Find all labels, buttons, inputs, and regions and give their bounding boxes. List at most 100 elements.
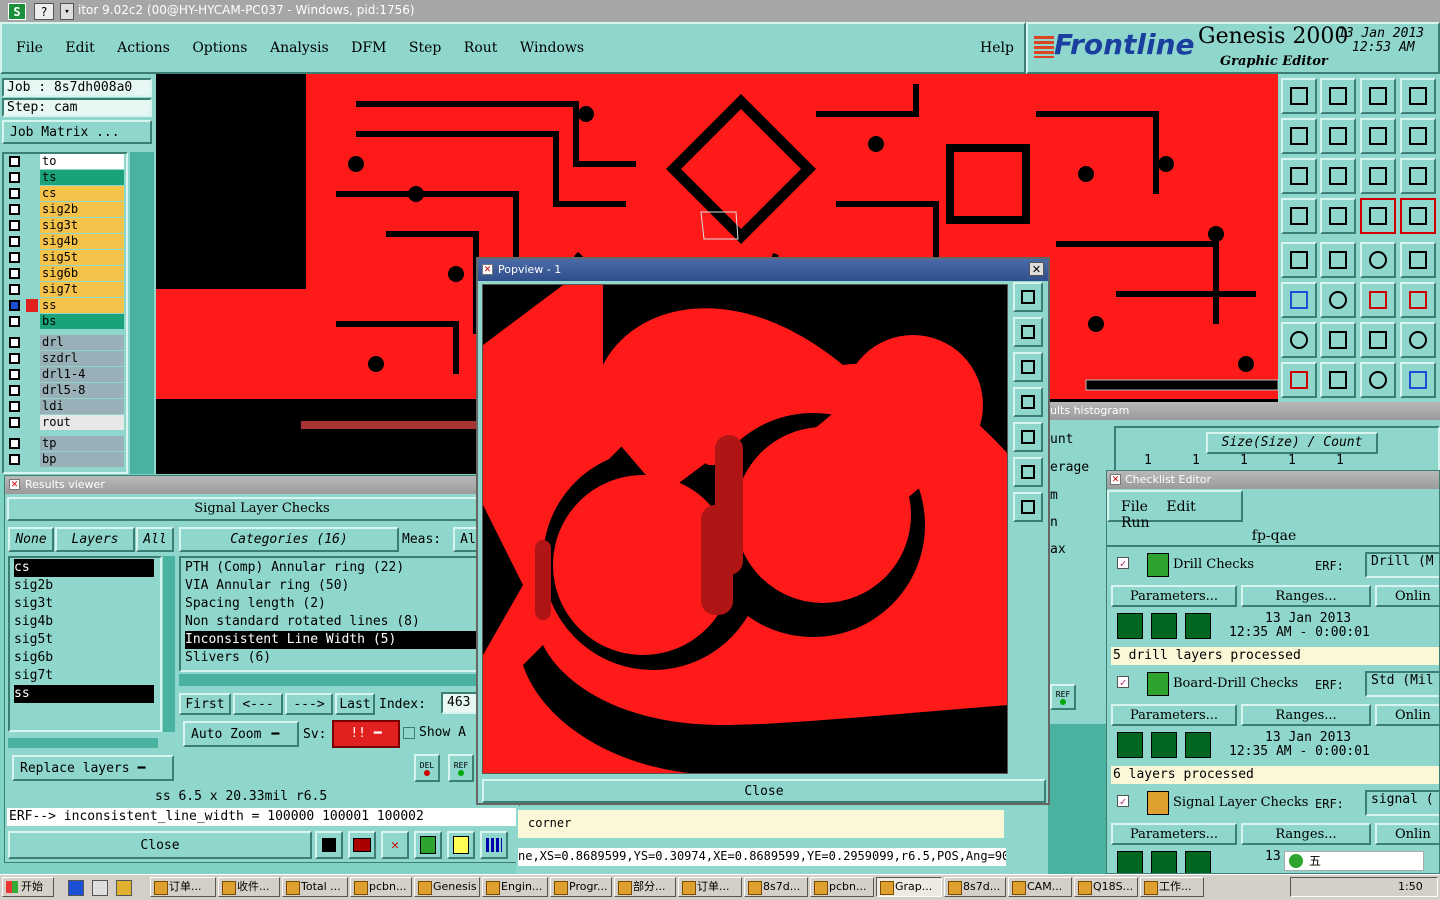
show-icon[interactable] bbox=[1185, 613, 1211, 639]
tool-icon-3[interactable]: ✕ bbox=[381, 831, 409, 859]
tool-icon-6[interactable] bbox=[480, 831, 508, 859]
layer-row-7[interactable]: sig6b bbox=[6, 266, 124, 281]
menu-help[interactable]: Help bbox=[980, 40, 1014, 56]
layer-name[interactable]: ldi bbox=[40, 399, 124, 414]
layer-name[interactable]: sig4b bbox=[40, 234, 124, 249]
layer-checkbox[interactable] bbox=[9, 401, 20, 412]
taskbar-item[interactable]: 8s7d... bbox=[744, 877, 808, 897]
sv-menu[interactable]: !! ━ bbox=[332, 720, 400, 748]
line-icon[interactable] bbox=[1320, 242, 1356, 278]
layer-name[interactable]: drl1-4 bbox=[40, 367, 124, 382]
results-icon[interactable] bbox=[1151, 613, 1177, 639]
layer-checkbox[interactable] bbox=[9, 188, 20, 199]
categories-button[interactable]: Categories (16) bbox=[179, 527, 399, 552]
job-matrix-button[interactable]: Job Matrix ... bbox=[2, 120, 152, 144]
help-icon[interactable]: ? bbox=[34, 3, 54, 20]
angle-icon[interactable] bbox=[1281, 322, 1317, 358]
menu-step[interactable]: Step bbox=[409, 40, 441, 56]
layer-name[interactable]: szdrl bbox=[40, 351, 124, 366]
cross-icon[interactable] bbox=[1320, 282, 1356, 318]
select-icon[interactable] bbox=[1400, 322, 1436, 358]
layer-name[interactable]: sig7t bbox=[40, 282, 124, 297]
layer-row-15[interactable]: ldi bbox=[6, 399, 124, 414]
results-close-button[interactable]: Close bbox=[8, 831, 312, 859]
category-item[interactable]: Non standard rotated lines (8) bbox=[185, 613, 483, 631]
result-layer-item[interactable]: sig7t bbox=[14, 667, 160, 685]
result-layer-vscroll[interactable] bbox=[163, 556, 175, 732]
result-layer-item[interactable]: sig2b bbox=[14, 577, 160, 595]
layer-row-2[interactable]: cs bbox=[6, 186, 124, 201]
show-icon[interactable] bbox=[1185, 732, 1211, 758]
next-button[interactable]: ---> bbox=[285, 693, 333, 715]
results-icon[interactable] bbox=[1151, 851, 1177, 873]
results-icon[interactable] bbox=[1151, 732, 1177, 758]
result-layer-item[interactable]: sig3t bbox=[14, 595, 160, 613]
layer-name[interactable]: sig6b bbox=[40, 266, 124, 281]
measure-icon[interactable] bbox=[1281, 198, 1317, 234]
online-button[interactable]: Onlin bbox=[1375, 704, 1439, 726]
category-hscroll[interactable] bbox=[179, 674, 485, 686]
results-viewer-titlebar[interactable]: ✕ Results viewer bbox=[5, 476, 519, 494]
fit-icon[interactable] bbox=[1281, 158, 1317, 194]
center-icon[interactable] bbox=[1013, 492, 1043, 522]
checklist-menu-edit[interactable]: Edit bbox=[1166, 499, 1195, 515]
online-button[interactable]: Onlin bbox=[1375, 585, 1439, 607]
layer-checkbox[interactable] bbox=[9, 353, 20, 364]
connect-icon[interactable] bbox=[1281, 282, 1317, 318]
online-button[interactable]: Onlin bbox=[1375, 823, 1439, 845]
parameters-button[interactable]: Parameters... bbox=[1111, 585, 1237, 607]
histogram-titlebar[interactable]: ults histogram bbox=[1048, 402, 1440, 420]
taskbar-item[interactable]: Progr... bbox=[550, 877, 612, 897]
category-item[interactable]: Spacing length (2) bbox=[185, 595, 483, 613]
layer-row-0[interactable]: to bbox=[6, 154, 124, 169]
prev-button[interactable]: <--- bbox=[233, 693, 283, 715]
circle-icon[interactable] bbox=[1400, 242, 1436, 278]
layer-checkbox[interactable] bbox=[9, 337, 20, 348]
layer-row-8[interactable]: sig7t bbox=[6, 282, 124, 297]
menu-dfm[interactable]: DFM bbox=[351, 40, 386, 56]
flip-icon[interactable] bbox=[1360, 118, 1396, 154]
taskbar-item[interactable]: 部分... bbox=[614, 877, 676, 897]
check-icon[interactable] bbox=[1147, 553, 1169, 577]
expand-icon[interactable] bbox=[1013, 457, 1043, 487]
close-icon[interactable]: ✕ bbox=[9, 479, 20, 490]
result-layer-item[interactable]: cs bbox=[14, 559, 154, 577]
menu-file[interactable]: File bbox=[16, 40, 43, 56]
popview-titlebar[interactable]: ✕ Popview - 1 ✕ bbox=[478, 259, 1048, 281]
layer-scrollbar[interactable] bbox=[130, 152, 154, 474]
layer-name[interactable]: ss bbox=[40, 298, 124, 313]
first-button[interactable]: First bbox=[179, 693, 231, 715]
tool-icon-2[interactable] bbox=[348, 831, 376, 859]
taskbar-item[interactable]: pcbn... bbox=[810, 877, 874, 897]
layer-checkbox[interactable] bbox=[9, 385, 20, 396]
layer-checkbox[interactable] bbox=[9, 369, 20, 380]
layer-name[interactable]: tp bbox=[40, 436, 124, 451]
color-icon[interactable] bbox=[1281, 362, 1317, 398]
category-item[interactable]: Slivers (6) bbox=[185, 649, 483, 667]
run-icon[interactable] bbox=[1117, 732, 1143, 758]
layer-name[interactable]: drl5-8 bbox=[40, 383, 124, 398]
tool-icon-1[interactable] bbox=[315, 831, 343, 859]
layers-button[interactable]: Layers bbox=[55, 527, 135, 552]
layer-name[interactable]: rout bbox=[40, 415, 124, 430]
taskbar-item[interactable]: pcbn... bbox=[350, 877, 412, 897]
checklist-menu-file[interactable]: File bbox=[1121, 499, 1148, 515]
run-icon[interactable] bbox=[1117, 851, 1143, 873]
layer-name[interactable]: sig5t bbox=[40, 250, 124, 265]
menu-options[interactable]: Options bbox=[192, 40, 247, 56]
layer-row-1[interactable]: ts bbox=[6, 170, 124, 185]
layer-checkbox[interactable] bbox=[9, 300, 20, 311]
move-icon[interactable] bbox=[1360, 282, 1396, 318]
layer-name[interactable]: sig2b bbox=[40, 202, 124, 217]
layer-checkbox[interactable] bbox=[9, 220, 20, 231]
menu-windows[interactable]: Windows bbox=[520, 40, 584, 56]
split-icon[interactable] bbox=[1320, 362, 1356, 398]
erf-value[interactable]: Std (Mil bbox=[1365, 671, 1439, 697]
layer-snap-icon[interactable] bbox=[1360, 198, 1396, 234]
layer-name[interactable]: to bbox=[40, 154, 124, 169]
show-icon[interactable] bbox=[1185, 851, 1211, 873]
quicklaunch-folder-icon[interactable] bbox=[116, 880, 132, 896]
category-item[interactable]: PTH (Comp) Annular ring (22) bbox=[185, 559, 483, 577]
taskbar-item[interactable]: 收件... bbox=[218, 877, 280, 897]
pad-icon[interactable] bbox=[1281, 242, 1317, 278]
